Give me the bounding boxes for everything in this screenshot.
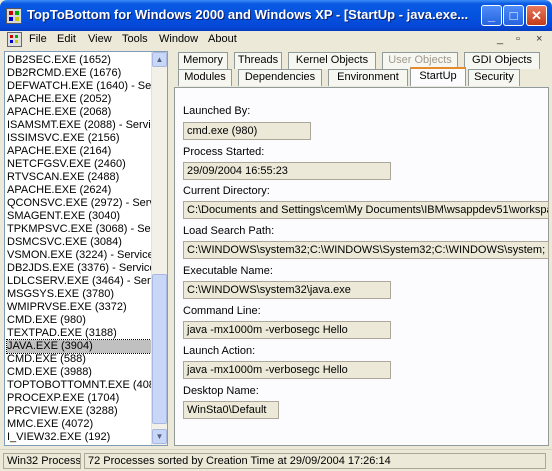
window-title: TopToBottom for Windows 2000 and Windows…	[27, 7, 469, 22]
mdi-close-button[interactable]: ×	[536, 33, 542, 45]
process-list-item[interactable]: LDLCSERV.EXE (3464) - Serv	[7, 275, 151, 288]
status-process-type: Win32 Process	[3, 453, 81, 469]
command-line-label: Command Line:	[183, 305, 261, 317]
tab-security[interactable]: Security	[468, 69, 520, 86]
load-search-path-field[interactable]: C:\WINDOWS\system32;C:\WINDOWS\System32;…	[183, 241, 549, 259]
process-list-item[interactable]: APACHE.EXE (2164)	[7, 145, 151, 158]
process-list-item[interactable]: JAVA.EXE (3904)	[6, 339, 152, 354]
tab-memory[interactable]: Memory	[178, 52, 228, 69]
process-list-item[interactable]: ISAMSMT.EXE (2088) - Service	[7, 119, 151, 132]
launched-by-field[interactable]: cmd.exe (980)	[183, 122, 311, 140]
tab-gdi-objects[interactable]: GDI Objects	[464, 52, 540, 69]
process-list-item[interactable]: NETCFGSV.EXE (2460)	[7, 158, 151, 171]
tab-modules[interactable]: Modules	[178, 69, 232, 86]
scroll-down-arrow-icon[interactable]: ▼	[152, 429, 167, 444]
current-directory-label: Current Directory:	[183, 185, 270, 197]
command-line-field[interactable]: java -mx1000m -verbosegc Hello	[183, 321, 391, 339]
process-list-item[interactable]: DB2RCMD.EXE (1676)	[7, 67, 151, 80]
launched-by-label: Launched By:	[183, 105, 251, 117]
load-search-path-label: Load Search Path:	[183, 225, 275, 237]
launch-action-label: Launch Action:	[183, 345, 256, 357]
process-list-item[interactable]: QCONSVC.EXE (2972) - Servi	[7, 197, 151, 210]
process-list-item[interactable]: PRCVIEW.EXE (3288)	[7, 405, 151, 418]
process-list-item[interactable]: CMD.EXE (588)	[7, 353, 151, 366]
process-list-item[interactable]: MMC.EXE (4072)	[7, 418, 151, 431]
details-pane: Memory Threads Kernel Objects User Objec…	[174, 51, 549, 446]
menu-tools[interactable]: Tools	[122, 33, 148, 45]
process-list-item[interactable]: I_VIEW32.EXE (192)	[7, 431, 151, 444]
process-list-item[interactable]: VSMON.EXE (3224) - Service	[7, 249, 151, 262]
process-list-item[interactable]: WMIPRVSE.EXE (3372)	[7, 301, 151, 314]
menu-window[interactable]: Window	[159, 33, 198, 45]
close-button[interactable]: ✕	[526, 5, 547, 26]
desktop-name-label: Desktop Name:	[183, 385, 259, 397]
process-list-item[interactable]: MSGSYS.EXE (3780)	[7, 288, 151, 301]
menu-view[interactable]: View	[88, 33, 112, 45]
title-bar: TopToBottom for Windows 2000 and Windows…	[0, 0, 552, 31]
process-list-item[interactable]: APACHE.EXE (2052)	[7, 93, 151, 106]
mdi-minimize-button[interactable]: _	[497, 33, 503, 45]
process-list-item[interactable]: RTVSCAN.EXE (2488)	[7, 171, 151, 184]
mdi-restore-button[interactable]: ▫	[516, 33, 520, 45]
tab-dependencies[interactable]: Dependencies	[238, 69, 322, 86]
process-started-field[interactable]: 29/09/2004 16:55:23	[183, 162, 391, 180]
launch-action-field[interactable]: java -mx1000m -verbosegc Hello	[183, 361, 391, 379]
executable-name-field[interactable]: C:\WINDOWS\system32\java.exe	[183, 281, 391, 299]
tab-threads[interactable]: Threads	[234, 52, 282, 69]
startup-tab-page: Launched By: cmd.exe (980) Process Start…	[174, 87, 549, 446]
process-list-item[interactable]: DEFWATCH.EXE (1640) - Serv	[7, 80, 151, 93]
current-directory-field[interactable]: C:\Documents and Settings\cem\My Documen…	[183, 201, 549, 219]
process-list-item[interactable]: ISSIMSVC.EXE (2156)	[7, 132, 151, 145]
process-list[interactable]: DB2SEC.EXE (1652) DB2RCMD.EXE (1676) DEFWA…	[4, 51, 168, 446]
tab-kernel-objects[interactable]: Kernel Objects	[288, 52, 376, 69]
status-summary: 72 Processes sorted by Creation Time at …	[84, 453, 546, 469]
scroll-thumb[interactable]	[152, 274, 167, 424]
app-icon[interactable]	[6, 8, 22, 24]
menu-file[interactable]: File	[29, 33, 47, 45]
process-started-label: Process Started:	[183, 146, 265, 158]
process-list-scrollbar[interactable]: ▲ ▼	[151, 52, 167, 445]
process-list-item[interactable]: DB2SEC.EXE (1652)	[7, 54, 151, 67]
process-list-item[interactable]: DSMCSVC.EXE (3084)	[7, 236, 151, 249]
executable-name-label: Executable Name:	[183, 265, 273, 277]
desktop-name-field[interactable]: WinSta0\Default	[183, 401, 279, 419]
tab-startup[interactable]: StartUp	[410, 67, 466, 86]
scroll-up-arrow-icon[interactable]: ▲	[152, 52, 167, 67]
process-list-item[interactable]: TEXTPAD.EXE (3188)	[7, 327, 151, 340]
process-list-item[interactable]: DB2JDS.EXE (3376) - Service	[7, 262, 151, 275]
process-list-item[interactable]: TPKMPSVC.EXE (3068) - Serv	[7, 223, 151, 236]
process-list-item[interactable]: CMD.EXE (3988)	[7, 366, 151, 379]
process-list-item[interactable]: APACHE.EXE (2068)	[7, 106, 151, 119]
menu-about[interactable]: About	[208, 33, 237, 45]
minimize-button[interactable]: _	[481, 5, 502, 26]
menu-bar: File Edit View Tools Window About _ ▫ ×	[0, 31, 552, 49]
menu-edit[interactable]: Edit	[57, 33, 76, 45]
process-list-item[interactable]: APACHE.EXE (2624)	[7, 184, 151, 197]
mdi-child-icon[interactable]	[7, 32, 22, 47]
status-bar: Win32 Process 72 Processes sorted by Cre…	[0, 449, 552, 471]
process-list-item[interactable]: CMD.EXE (980)	[7, 314, 151, 327]
tab-environment[interactable]: Environment	[328, 69, 408, 86]
process-list-item[interactable]: TOPTOBOTTOMNT.EXE (408	[7, 379, 151, 392]
process-list-item[interactable]: PROCEXP.EXE (1704)	[7, 392, 151, 405]
process-list-item[interactable]: SMAGENT.EXE (3040)	[7, 210, 151, 223]
maximize-button[interactable]: □	[503, 5, 524, 26]
